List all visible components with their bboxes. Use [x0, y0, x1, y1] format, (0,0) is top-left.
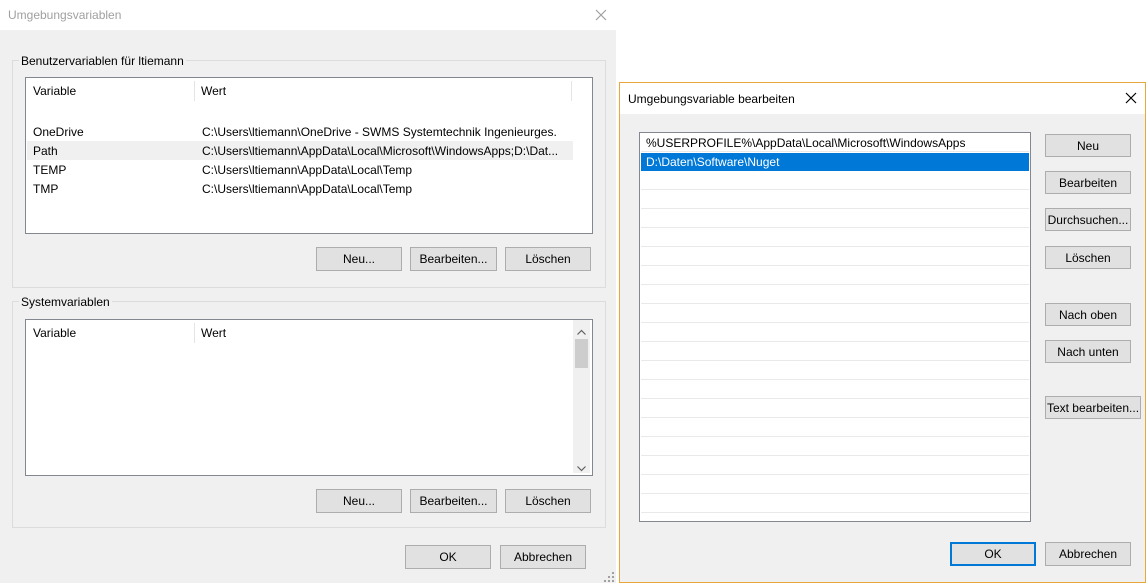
row-value: C:\Users\ltiemann\AppData\Local\Microsof… [202, 144, 559, 158]
scroll-thumb[interactable] [575, 339, 588, 368]
ok-button[interactable]: OK [405, 545, 491, 569]
delete-entry-button[interactable]: Löschen [1045, 246, 1131, 269]
list-item-empty[interactable] [641, 457, 1029, 475]
user-new-button[interactable]: Neu... [316, 247, 402, 271]
column-value[interactable]: Wert [201, 326, 226, 340]
row-value: C:\Users\ltiemann\AppData\Local\Temp [202, 163, 413, 177]
edit-environment-variable-dialog: Umgebungsvariable bearbeiten %USERPROFIL… [619, 82, 1146, 583]
list-item-empty[interactable] [641, 476, 1029, 494]
scroll-up-icon[interactable] [577, 324, 586, 338]
row-variable: TMP [33, 182, 59, 196]
ok-button[interactable]: OK [950, 542, 1036, 566]
list-item-empty[interactable] [641, 381, 1029, 399]
row-value: C:\Users\ltiemann\OneDrive - SWMS System… [202, 125, 557, 139]
move-down-button[interactable]: Nach unten [1045, 340, 1131, 363]
user-delete-button[interactable]: Löschen [505, 247, 591, 271]
column-value[interactable]: Wert [201, 84, 226, 98]
column-variable[interactable]: Variable [33, 84, 76, 98]
list-item-empty[interactable] [641, 248, 1029, 266]
cancel-button[interactable]: Abbrechen [500, 545, 586, 569]
dialog-title: Umgebungsvariablen [8, 8, 122, 22]
system-variables-list[interactable]: Variable Wert [25, 319, 593, 476]
environment-variables-dialog: Umgebungsvariablen Benutzervariablen für… [0, 0, 616, 583]
column-variable[interactable]: Variable [33, 326, 76, 340]
edit-entry-button[interactable]: Bearbeiten [1045, 171, 1131, 194]
resize-grip-icon[interactable] [604, 571, 614, 582]
move-up-button[interactable]: Nach oben [1045, 303, 1131, 326]
list-item-empty[interactable] [641, 172, 1029, 190]
path-entries-list[interactable]: %USERPROFILE%\AppData\Local\Microsoft\Wi… [639, 132, 1031, 522]
cancel-button[interactable]: Abbrechen [1045, 542, 1131, 566]
entry-text: %USERPROFILE%\AppData\Local\Microsoft\Wi… [646, 136, 966, 150]
system-edit-button[interactable]: Bearbeiten... [410, 489, 497, 513]
row-variable: Path [33, 144, 58, 158]
column-separator [194, 81, 195, 101]
list-item-empty[interactable] [641, 438, 1029, 456]
row-variable: OneDrive [33, 125, 84, 139]
list-item-empty[interactable] [641, 343, 1029, 361]
dialog-title: Umgebungsvariable bearbeiten [628, 92, 795, 106]
browse-button[interactable]: Durchsuchen... [1045, 208, 1131, 231]
close-icon[interactable] [594, 8, 608, 22]
table-row[interactable]: OneDrive C:\Users\ltiemann\OneDrive - SW… [27, 122, 573, 141]
edit-text-button[interactable]: Text bearbeiten... [1045, 396, 1141, 419]
system-delete-button[interactable]: Löschen [505, 489, 591, 513]
list-item-empty[interactable] [641, 305, 1029, 323]
list-item-empty[interactable] [641, 495, 1029, 513]
user-edit-button[interactable]: Bearbeiten... [410, 247, 497, 271]
column-separator [194, 323, 195, 343]
column-separator [571, 81, 572, 101]
system-new-button[interactable]: Neu... [316, 489, 402, 513]
table-row[interactable]: TMP C:\Users\ltiemann\AppData\Local\Temp [27, 179, 573, 198]
list-item-empty[interactable] [641, 286, 1029, 304]
list-item-empty[interactable] [641, 400, 1029, 418]
list-item-empty[interactable] [641, 210, 1029, 228]
row-value: C:\Users\ltiemann\AppData\Local\Temp [202, 182, 413, 196]
list-item-empty[interactable] [641, 191, 1029, 209]
table-row[interactable]: TEMP C:\Users\ltiemann\AppData\Local\Tem… [27, 160, 573, 179]
list-item-empty[interactable] [641, 362, 1029, 380]
title-bar: Umgebungsvariablen [0, 0, 616, 30]
list-header: Variable Wert [26, 320, 592, 346]
table-row-selected[interactable]: Path C:\Users\ltiemann\AppData\Local\Mic… [27, 141, 573, 160]
close-icon[interactable] [1124, 91, 1138, 105]
list-item-empty[interactable] [641, 229, 1029, 247]
list-item-empty[interactable] [641, 419, 1029, 437]
vertical-scrollbar[interactable] [573, 320, 590, 473]
list-header: Variable Wert [26, 78, 592, 104]
list-item-empty[interactable] [641, 267, 1029, 285]
list-item-empty[interactable] [641, 324, 1029, 342]
user-variables-list[interactable]: Variable Wert OneDrive C:\Users\ltiemann… [25, 77, 593, 234]
user-variables-label: Benutzervariablen für ltiemann [19, 54, 186, 68]
row-variable: TEMP [33, 163, 67, 177]
list-item[interactable]: %USERPROFILE%\AppData\Local\Microsoft\Wi… [641, 134, 1029, 152]
new-entry-button[interactable]: Neu [1045, 134, 1131, 157]
list-item-selected[interactable]: D:\Daten\Software\Nuget [641, 153, 1029, 171]
entry-text: D:\Daten\Software\Nuget [646, 155, 780, 169]
title-bar: Umgebungsvariable bearbeiten [620, 83, 1145, 114]
scroll-down-icon[interactable] [577, 461, 586, 475]
system-variables-label: Systemvariablen [19, 295, 112, 309]
